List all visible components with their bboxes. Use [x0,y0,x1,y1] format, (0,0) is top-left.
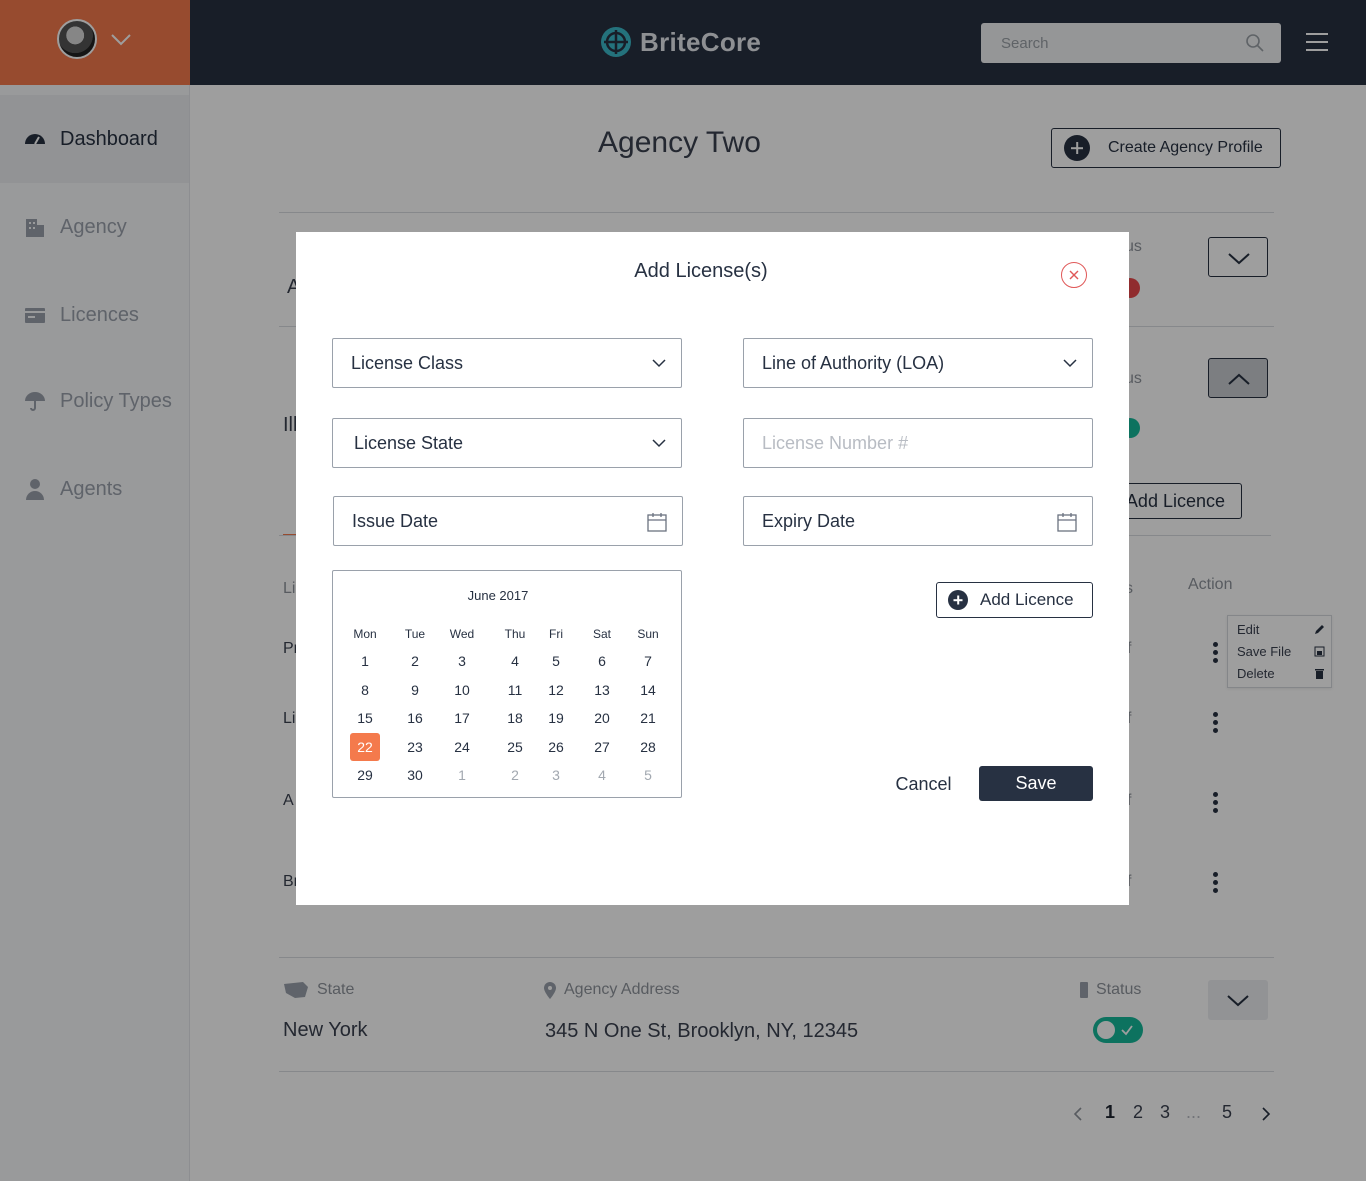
calendar-day[interactable]: 2 [400,647,430,675]
date-field-label: Expiry Date [762,510,856,531]
calendar-day-outside-month[interactable]: 5 [633,761,663,789]
calendar-day[interactable]: 13 [587,676,617,704]
save-button[interactable]: Save [979,766,1093,801]
calendar-day[interactable]: 23 [400,733,430,761]
weekday-header: Mon [353,627,377,641]
calendar-day[interactable]: 5 [541,647,571,675]
weekday-header: Wed [449,627,475,641]
calendar-day[interactable]: 26 [541,733,571,761]
license-class-select[interactable]: License Class [332,338,682,388]
chevron-down-icon [1063,359,1077,368]
date-field-label: Issue Date [352,510,439,531]
license-number-input[interactable] [762,432,1092,454]
add-licence-label: Add Licence [980,590,1074,609]
calendar-day[interactable]: 30 [400,761,430,789]
calendar-day[interactable]: 18 [500,704,530,732]
calendar-icon[interactable] [1056,511,1078,533]
calendar-day[interactable]: 11 [500,676,530,704]
weekday-header: Tue [404,627,426,641]
calendar-day[interactable]: 29 [350,761,380,789]
calendar-day[interactable]: 27 [587,733,617,761]
select-value: Line of Authority (LOA) [762,352,945,373]
chevron-down-icon [652,439,666,448]
calendar-day-outside-month[interactable]: 2 [500,761,530,789]
calendar-day[interactable]: 3 [447,647,477,675]
calendar-month-label: June 2017 [467,588,529,603]
select-value: License Class [351,352,464,373]
calendar-day[interactable]: 7 [633,647,663,675]
calendar-day[interactable]: 22 [350,733,380,761]
add-licence-button[interactable]: Add Licence [936,582,1093,618]
license-number-field[interactable] [743,418,1093,468]
calendar-day[interactable]: 21 [633,704,663,732]
line-of-authority-select[interactable]: Line of Authority (LOA) [743,338,1093,388]
calendar-day[interactable]: 9 [400,676,430,704]
calendar-day-outside-month[interactable]: 4 [587,761,617,789]
calendar-day[interactable]: 15 [350,704,380,732]
plus-icon [948,590,968,610]
calendar-day[interactable]: 16 [400,704,430,732]
calendar-day[interactable]: 1 [350,647,380,675]
calendar-day[interactable]: 19 [541,704,571,732]
calendar-day-outside-month[interactable]: 3 [541,761,571,789]
calendar-day[interactable]: 28 [633,733,663,761]
cancel-button[interactable]: Cancel [886,766,961,802]
calendar-day[interactable]: 4 [500,647,530,675]
calendar-day-outside-month[interactable]: 1 [447,761,477,789]
calendar-day[interactable]: 8 [350,676,380,704]
weekday-header: Sun [637,627,659,641]
calendar-day[interactable]: 14 [633,676,663,704]
calendar-day[interactable]: 6 [587,647,617,675]
calendar-day[interactable]: 24 [447,733,477,761]
calendar-icon[interactable] [646,511,668,533]
add-license-modal: Add License(s) License Class Line of Aut… [296,232,1129,905]
calendar-day[interactable]: 20 [587,704,617,732]
weekday-header: Sat [592,627,611,641]
calendar-day[interactable]: 17 [447,704,477,732]
issue-date-field[interactable]: Issue Date [333,496,683,546]
modal-title: Add License(s) [634,260,768,282]
select-value: License State [354,432,464,453]
calendar-day[interactable]: 10 [447,676,477,704]
close-button[interactable] [1061,262,1087,288]
expiry-date-field[interactable]: Expiry Date [743,496,1093,546]
chevron-down-icon [652,359,666,368]
calendar-day[interactable]: 12 [541,676,571,704]
license-state-select[interactable]: License State [332,418,682,468]
weekday-header: Thu [504,627,526,641]
date-picker: June 2017 Mon Tue Wed Thu Fri Sat Sun 1 2 3 4 5 6 7 8 9… [332,570,682,798]
close-icon [1069,270,1079,280]
weekday-header: Fri [549,627,563,641]
calendar-day[interactable]: 25 [500,733,530,761]
